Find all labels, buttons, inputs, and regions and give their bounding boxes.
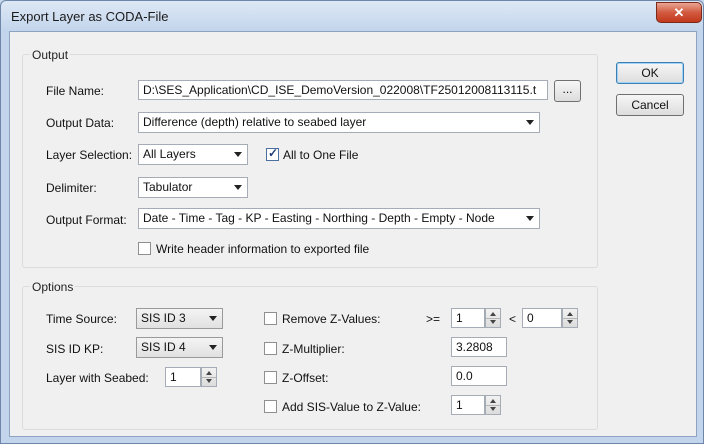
add-sis-value-checkbox[interactable] [264, 400, 277, 413]
time-source-value: SIS ID 3 [141, 311, 186, 325]
delimiter-select[interactable]: Tabulator [138, 177, 248, 198]
output-data-label: Output Data: [46, 116, 115, 130]
layer-selection-label: Layer Selection: [46, 148, 133, 162]
spin-divider [486, 318, 500, 319]
spin-up-icon [567, 312, 573, 316]
output-format-value: Date - Time - Tag - KP - Easting - North… [143, 211, 495, 225]
chevron-down-icon [209, 345, 217, 350]
output-format-label: Output Format: [46, 213, 127, 227]
spin-down-icon [206, 379, 212, 383]
browse-button[interactable]: ... [554, 80, 581, 102]
layer-with-seabed-spinner[interactable] [201, 367, 217, 387]
remove-z-values-label: Remove Z-Values: [282, 312, 381, 326]
file-name-label: File Name: [46, 84, 105, 98]
z-offset-checkbox[interactable] [264, 371, 277, 384]
chevron-down-icon [234, 152, 242, 157]
chevron-down-icon [209, 316, 217, 321]
chevron-down-icon [234, 185, 242, 190]
remove-z-values-checkbox[interactable] [264, 312, 277, 325]
ok-button[interactable]: OK [616, 62, 684, 84]
spin-up-icon [490, 399, 496, 403]
spin-divider [563, 318, 577, 319]
all-to-one-file-label: All to One File [283, 148, 359, 162]
chevron-down-icon [526, 216, 534, 221]
remove-z-max-field[interactable]: 0 [522, 308, 562, 328]
spin-up-icon [206, 371, 212, 375]
spin-down-icon [567, 320, 573, 324]
spin-down-icon [490, 407, 496, 411]
spin-up-icon [490, 312, 496, 316]
z-offset-label: Z-Offset: [282, 371, 329, 385]
checkmark-icon: ✓ [268, 146, 279, 160]
options-group-legend: Options [30, 280, 76, 294]
time-source-label: Time Source: [46, 312, 117, 326]
output-data-value: Difference (depth) relative to seabed la… [143, 115, 367, 129]
dialog-client-area: Output File Name: D:\SES_Application\CD_… [9, 31, 697, 437]
output-group-legend: Output [30, 48, 71, 62]
write-header-checkbox[interactable] [138, 242, 151, 255]
remove-z-max-spinner[interactable] [562, 308, 578, 328]
title-bar[interactable]: Export Layer as CODA-File ✕ [1, 1, 703, 31]
lt-symbol: < [509, 312, 517, 326]
delimiter-value: Tabulator [143, 180, 193, 194]
z-multiplier-field[interactable]: 3.2808 [451, 337, 507, 357]
ge-symbol: >= [426, 312, 441, 326]
time-source-select[interactable]: SIS ID 3 [136, 308, 223, 329]
spin-down-icon [490, 320, 496, 324]
layer-selection-value: All Layers [143, 147, 196, 161]
spin-divider [202, 377, 216, 378]
z-multiplier-checkbox[interactable] [264, 342, 277, 355]
z-offset-field[interactable]: 0.0 [451, 366, 507, 386]
spin-divider [486, 405, 500, 406]
all-to-one-file-checkbox[interactable]: ✓ [266, 146, 279, 161]
add-sis-value-field[interactable]: 1 [451, 395, 485, 415]
layer-selection-select[interactable]: All Layers [138, 144, 248, 165]
write-header-label: Write header information to exported fil… [156, 242, 370, 256]
remove-z-min-field[interactable]: 1 [451, 308, 485, 328]
close-icon: ✕ [673, 5, 685, 20]
cancel-button[interactable]: Cancel [616, 94, 684, 116]
dialog-window: Export Layer as CODA-File ✕ Output File … [0, 0, 704, 444]
delimiter-label: Delimiter: [46, 181, 97, 195]
chevron-down-icon [526, 120, 534, 125]
sis-id-kp-select[interactable]: SIS ID 4 [136, 337, 223, 358]
sis-id-kp-label: SIS ID KP: [46, 342, 104, 356]
z-multiplier-label: Z-Multiplier: [282, 342, 345, 356]
add-sis-value-spinner[interactable] [485, 395, 501, 415]
layer-with-seabed-field[interactable]: 1 [165, 367, 201, 387]
sis-id-kp-value: SIS ID 4 [141, 340, 186, 354]
output-data-select[interactable]: Difference (depth) relative to seabed la… [138, 112, 540, 133]
output-format-select[interactable]: Date - Time - Tag - KP - Easting - North… [138, 208, 540, 229]
close-button[interactable]: ✕ [656, 2, 702, 23]
add-sis-value-label: Add SIS-Value to Z-Value: [282, 400, 421, 414]
window-title: Export Layer as CODA-File [11, 9, 169, 24]
layer-with-seabed-label: Layer with Seabed: [46, 371, 149, 385]
file-name-field[interactable]: D:\SES_Application\CD_ISE_DemoVersion_02… [138, 80, 548, 100]
remove-z-min-spinner[interactable] [485, 308, 501, 328]
